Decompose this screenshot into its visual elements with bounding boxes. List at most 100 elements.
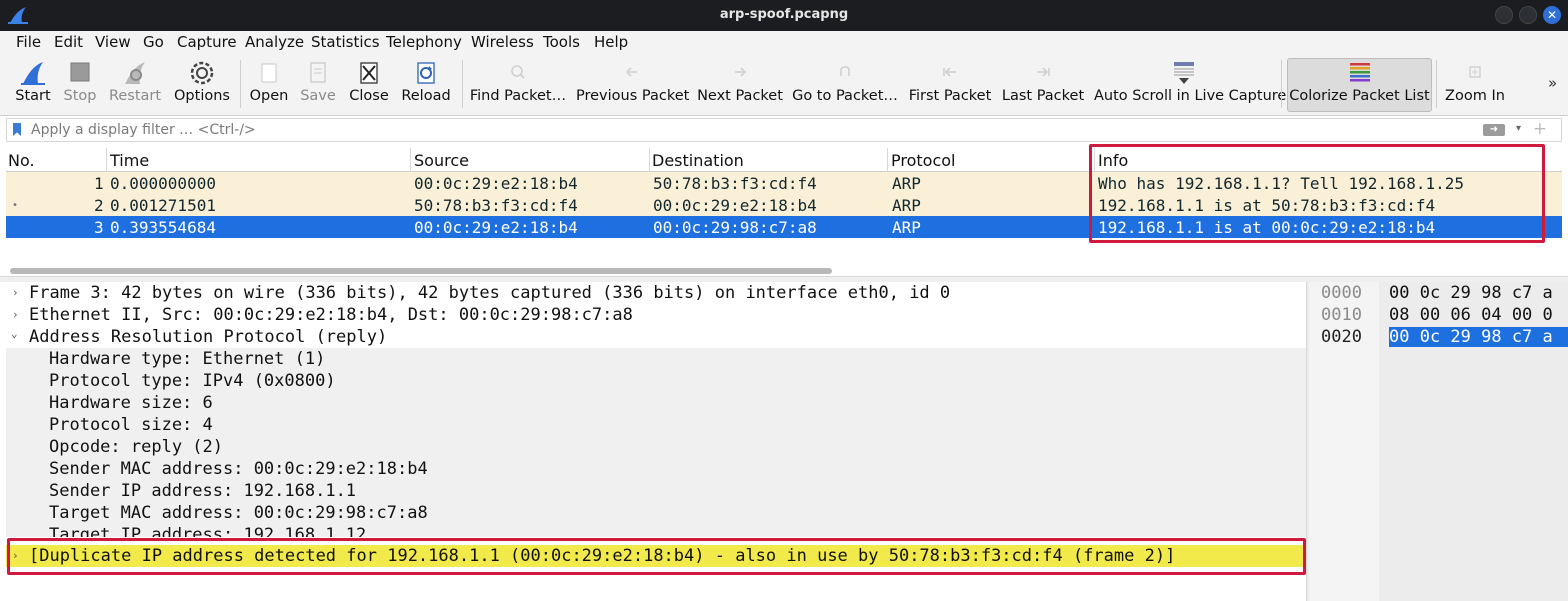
menu-analyze[interactable]: Analyze (245, 33, 304, 51)
menu-bar: File Edit View Go Capture Analyze Statis… (0, 31, 1568, 54)
tree-field-opcode[interactable]: Opcode: reply (2) (6, 436, 1306, 458)
column-divider[interactable] (887, 148, 888, 172)
bytes-row[interactable]: 0010 08 00 06 04 00 0 (1309, 304, 1568, 326)
add-filter-button-plus-icon[interactable]: + (1533, 119, 1547, 139)
menu-telephony[interactable]: Telephony (386, 33, 462, 51)
next-label: Next Packet (697, 88, 783, 104)
restart-capture-button[interactable]: Restart (106, 54, 164, 114)
tree-field-protocol-type[interactable]: Protocol type: IPv4 (0x0800) (6, 370, 1306, 392)
restart-label: Restart (108, 88, 162, 104)
byte-offset: 0010 (1321, 305, 1362, 325)
tree-item-frame[interactable]: › Frame 3: 42 bytes on wire (336 bits), … (6, 282, 1306, 304)
reload-file-button[interactable]: Reload (398, 54, 454, 114)
arrow-jump-icon (840, 66, 850, 76)
expand-chevron-icon[interactable]: › (12, 549, 19, 562)
document-save-icon (310, 62, 326, 83)
save-file-button[interactable]: Save (296, 54, 340, 114)
next-packet-button[interactable]: Next Packet (696, 54, 784, 114)
column-header-destination[interactable]: Destination (652, 151, 744, 170)
menu-statistics[interactable]: Statistics (311, 33, 380, 51)
find-packet-button[interactable]: Find Packet… (468, 54, 568, 114)
last-packet-button[interactable]: Last Packet (1000, 54, 1086, 114)
filter-history-chevron-icon[interactable]: ▾ (1516, 123, 1521, 134)
packet-row[interactable]: • 2 0.001271501 50:78:b3:f3:cd:f4 00:0c:… (6, 194, 1562, 216)
byte-offset: 0020 (1321, 327, 1362, 347)
column-header-protocol[interactable]: Protocol (891, 151, 955, 170)
find-label: Find Packet… (469, 88, 567, 104)
expand-chevron-icon[interactable]: › (12, 308, 19, 321)
menu-wireless[interactable]: Wireless (471, 33, 534, 51)
packet-no: 1 (94, 174, 104, 193)
capture-options-button[interactable]: Options (170, 54, 234, 114)
tree-field-protocol-size[interactable]: Protocol size: 4 (6, 414, 1306, 436)
bytes-row[interactable]: 0000 00 0c 29 98 c7 a (1309, 282, 1568, 304)
tree-item-arp[interactable]: ⌄ Address Resolution Protocol (reply) (6, 326, 1306, 348)
tree-field-sender-ip[interactable]: Sender IP address: 192.168.1.1 (6, 480, 1306, 502)
packet-bytes-pane: 0000 00 0c 29 98 c7 a 0010 08 00 06 04 0… (1309, 282, 1568, 601)
go-to-packet-button[interactable]: Go to Packet… (792, 54, 898, 114)
close-file-button[interactable]: Close (344, 54, 394, 114)
menu-edit[interactable]: Edit (54, 33, 83, 51)
open-label: Open (249, 88, 289, 104)
toolbar-separator (1281, 60, 1282, 108)
menu-file[interactable]: File (16, 33, 41, 51)
field-label: Opcode: reply (2) (49, 437, 223, 457)
stop-capture-button[interactable]: Stop (58, 54, 102, 114)
tree-field-hardware-type[interactable]: Hardware type: Ethernet (1) (6, 348, 1306, 370)
shark-fin-start-icon (21, 62, 45, 85)
tree-field-sender-mac[interactable]: Sender MAC address: 00:0c:29:e2:18:b4 (6, 458, 1306, 480)
packet-row[interactable]: 1 0.000000000 00:0c:29:e2:18:b4 50:78:b3… (6, 172, 1562, 194)
previous-packet-button[interactable]: Previous Packet (576, 54, 689, 114)
first-label: First Packet (908, 88, 992, 104)
auto-scroll-button[interactable]: Auto Scroll in Live Capture (1094, 54, 1286, 114)
menu-view[interactable]: View (95, 33, 131, 51)
column-divider[interactable] (649, 148, 650, 172)
column-header-source[interactable]: Source (414, 151, 469, 170)
menu-tools[interactable]: Tools (543, 33, 580, 51)
packet-time: 0.000000000 (110, 174, 216, 193)
column-header-no[interactable]: No. (8, 151, 35, 170)
menu-help[interactable]: Help (594, 33, 628, 51)
bytes-row[interactable]: 0020 00 0c 29 98 c7 a (1309, 326, 1568, 348)
menu-go[interactable]: Go (143, 33, 164, 51)
column-divider[interactable] (1094, 148, 1095, 172)
column-header-time[interactable]: Time (110, 151, 149, 170)
shark-fin-restart-icon (125, 62, 145, 84)
title-bar: arp-spoof.pcapng ✕ (0, 0, 1568, 31)
first-packet-button[interactable]: First Packet (906, 54, 994, 114)
apply-filter-arrow-icon[interactable]: ➜ (1483, 124, 1505, 136)
field-label: Sender MAC address: 00:0c:29:e2:18:b4 (49, 459, 428, 479)
expand-chevron-icon[interactable]: › (12, 286, 19, 299)
tree-field-target-ip[interactable]: Target IP address: 192.168.1.12 (6, 524, 1306, 537)
column-divider[interactable] (410, 148, 411, 172)
packet-source: 00:0c:29:e2:18:b4 (414, 174, 578, 193)
display-filter-bar[interactable]: Apply a display filter … <Ctrl-/> ➜ ▾ + (6, 118, 1562, 142)
zoom-in-button[interactable]: Zoom In (1442, 54, 1508, 114)
minimize-button[interactable] (1495, 6, 1513, 24)
packet-list-horizontal-scrollbar[interactable] (10, 268, 832, 274)
start-capture-button[interactable]: Start (10, 54, 56, 114)
field-label: Target IP address: 192.168.1.12 (49, 525, 367, 537)
bookmark-icon[interactable] (13, 123, 21, 136)
open-file-button[interactable]: Open (246, 54, 292, 114)
tree-field-target-mac[interactable]: Target MAC address: 00:0c:29:98:c7:a8 (6, 502, 1306, 524)
maximize-button[interactable] (1519, 6, 1537, 24)
tree-item-expert-duplicate-ip[interactable]: › [Duplicate IP address detected for 192… (6, 545, 1306, 567)
packet-row-selected[interactable]: 3 0.393554684 00:0c:29:e2:18:b4 00:0c:29… (6, 216, 1562, 238)
auto-scroll-icon (1174, 62, 1194, 84)
tree-field-hardware-size[interactable]: Hardware size: 6 (6, 392, 1306, 414)
collapse-chevron-icon[interactable]: ⌄ (11, 327, 18, 340)
tree-item-ethernet[interactable]: › Ethernet II, Src: 00:0c:29:e2:18:b4, D… (6, 304, 1306, 326)
arrow-last-icon (1037, 67, 1050, 77)
toolbar-overflow-chevron-icon[interactable]: » (1548, 74, 1557, 92)
colorize-packet-list-button[interactable]: Colorize Packet List (1288, 54, 1431, 114)
colorize-stripes-icon (1349, 63, 1370, 82)
display-filter-placeholder[interactable]: Apply a display filter … <Ctrl-/> (31, 122, 256, 138)
packet-protocol: ARP (892, 196, 921, 215)
menu-capture[interactable]: Capture (177, 33, 237, 51)
column-divider[interactable] (106, 148, 107, 172)
column-header-info[interactable]: Info (1098, 151, 1128, 170)
field-label: Sender IP address: 192.168.1.1 (49, 481, 357, 501)
document-open-icon (261, 63, 277, 83)
close-window-button[interactable]: ✕ (1543, 6, 1561, 24)
